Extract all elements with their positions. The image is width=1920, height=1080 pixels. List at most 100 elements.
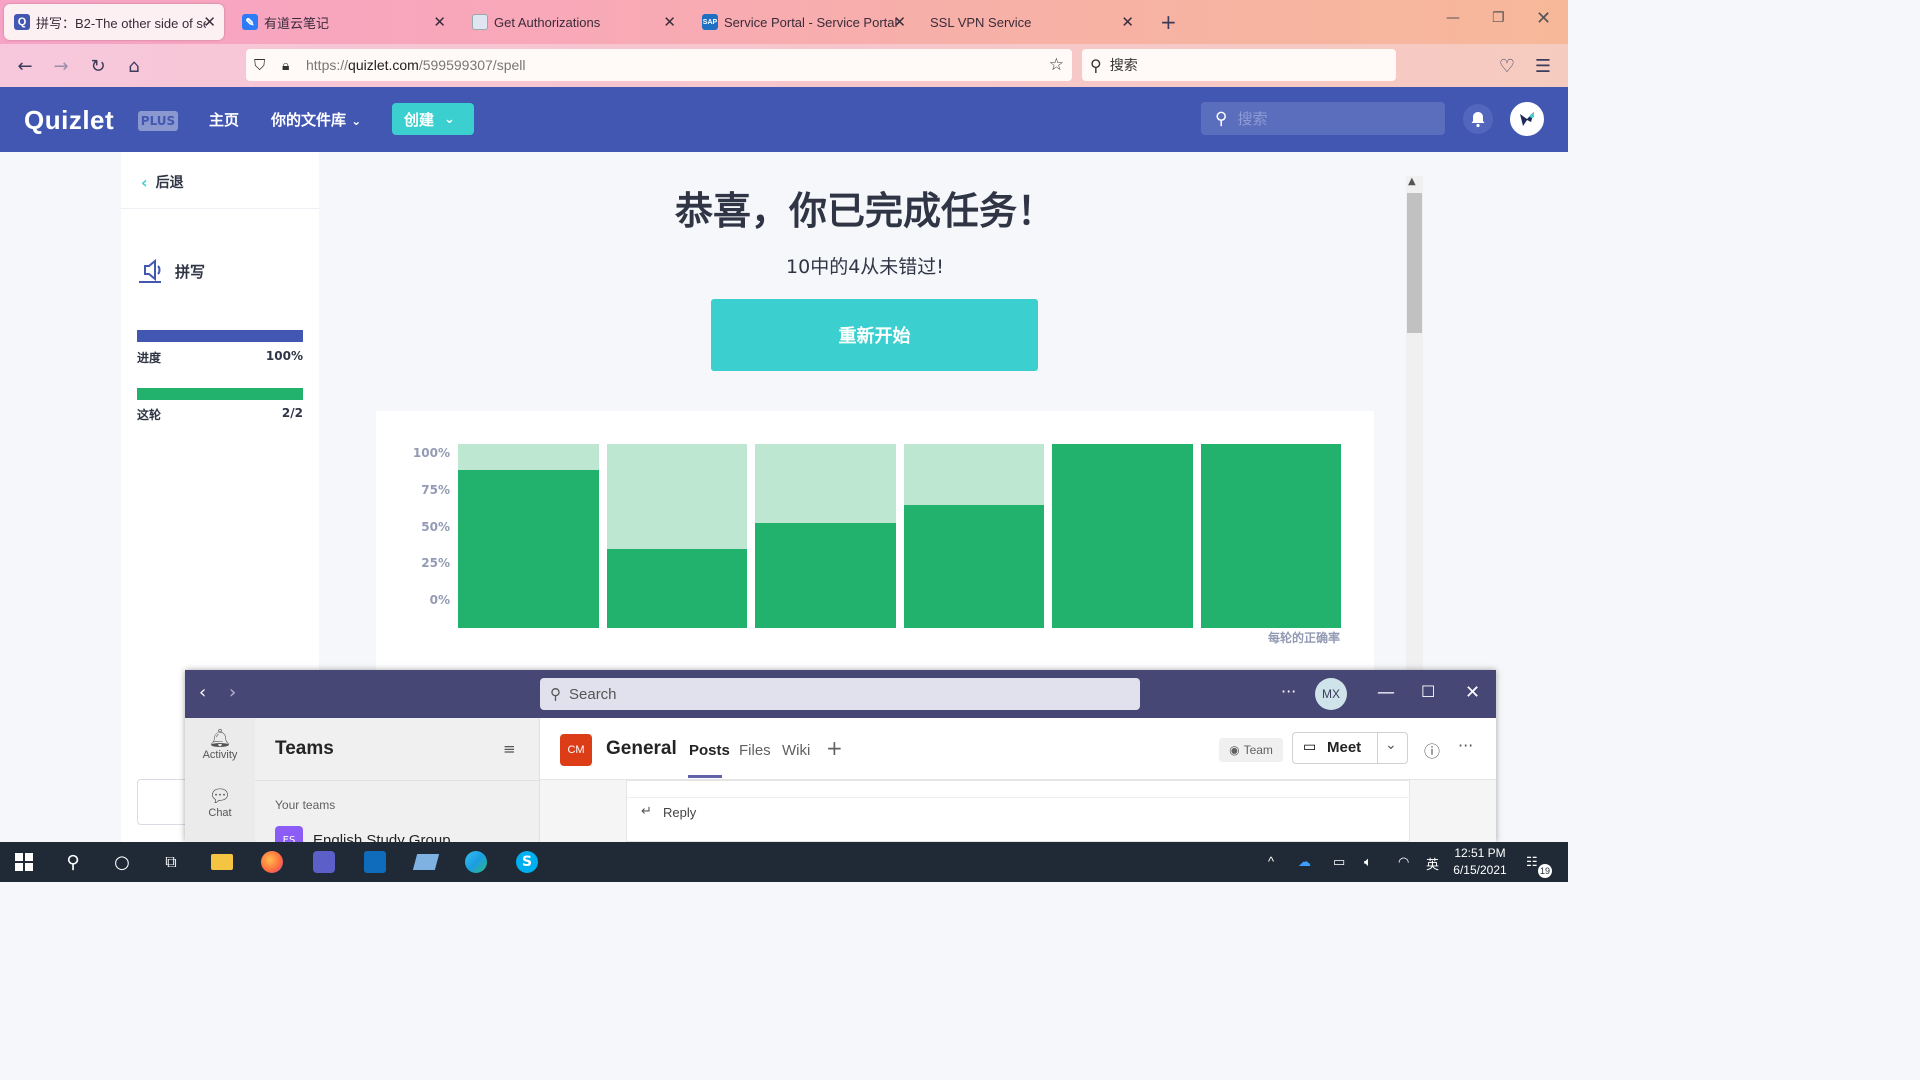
tab-close-icon[interactable]: ✕ [663,13,676,31]
chevron-down-icon[interactable]: ⌄ [1385,737,1397,753]
quizlet-header: Quizlet PLUS 主页 你的文件库 ⌄ 创建 ⌄ ⚲ 搜索 [0,87,1568,152]
minimize-icon[interactable]: — [1446,10,1460,26]
tab-files[interactable]: Files [739,742,771,759]
back-arrow-icon[interactable]: ← [14,55,36,77]
firefox-icon[interactable] [260,850,284,874]
info-icon[interactable]: ⓘ [1424,738,1440,762]
tab-close-icon[interactable]: ✕ [203,13,216,31]
meet-button[interactable]: Meet [1327,739,1361,756]
battery-icon[interactable]: ▭ [1333,854,1345,870]
tab-posts[interactable]: Posts [689,742,730,759]
nav-home[interactable]: 主页 [209,109,239,130]
clock-time: 12:51 PM [1454,846,1506,860]
tab-service-portal[interactable]: SAP Service Portal - Service Portal ✕ [692,4,914,40]
restore-icon[interactable]: ❐ [1492,10,1505,26]
tray-chevron-up-icon[interactable]: ^ [1268,854,1274,869]
chart-bar-fill [1052,444,1193,628]
menu-hamburger-icon[interactable]: ☰ [1532,55,1554,77]
team-name: English Study Group [313,831,451,843]
url-prefix: https:// [306,57,349,73]
volume-icon[interactable]: 🔈︎ [1364,854,1372,870]
close-window-icon[interactable]: ✕ [1536,8,1551,29]
restart-button[interactable]: 重新开始 [711,299,1038,371]
skype-icon[interactable]: S [515,850,539,874]
notification-bell-icon[interactable] [1463,104,1493,134]
search-icon[interactable]: ⚲ [61,850,85,874]
progress-row: 进度 100% [137,349,303,366]
edge-icon[interactable] [464,850,488,874]
add-tab-plus-icon[interactable]: + [826,736,843,760]
team-chip-label: Team [1243,743,1273,757]
shield-icon[interactable]: ⛉ [254,57,272,74]
tab-get-authorizations[interactable]: Get Authorizations ✕ [462,4,684,40]
url-bar[interactable]: ⛉ 🔒︎ https:// quizlet.com /599599307/spe… [246,49,1072,81]
nav-library[interactable]: 你的文件库 ⌄ [271,109,361,130]
outlook-icon[interactable] [363,850,387,874]
scrollbar-thumb[interactable] [1407,193,1422,333]
tab-close-icon[interactable]: ✕ [433,13,446,31]
quizlet-favicon-icon: Q [14,14,30,30]
search-icon: ⚲ [550,686,561,703]
new-tab-plus-icon[interactable]: + [1160,10,1177,34]
url-path: /599599307/spell [418,57,526,73]
tab-close-icon[interactable]: ✕ [1121,13,1134,31]
wifi-icon[interactable]: ◠ [1398,854,1409,870]
search-icon: ⚲ [1090,55,1102,75]
teams-search-input[interactable]: ⚲ Search [540,678,1140,710]
task-view-icon[interactable]: ⧉ [159,850,183,874]
teams-maximize-icon[interactable]: ☐ [1421,682,1435,701]
teams-avatar[interactable]: MX [1315,678,1347,710]
tab-youdao-note[interactable]: ✎ 有道云笔记 ✕ [232,4,454,40]
list-divider [255,780,540,781]
progress-value: 100% [265,349,303,363]
create-button[interactable]: 创建 ⌄ [392,103,474,135]
channel-more-icon[interactable]: ··· [1458,736,1473,755]
taskbar-clock[interactable]: 12:51 PM 6/15/2021 [1448,845,1512,879]
teams-app-icon[interactable] [312,850,336,874]
rail-activity[interactable]: 🔔︎ Activity [185,728,255,761]
reply-button[interactable]: Reply [663,805,696,820]
reload-icon[interactable]: ↻ [87,55,109,77]
teams-minimize-icon[interactable]: — [1377,682,1395,703]
home-icon[interactable]: ⌂ [123,55,145,77]
teams-title-bar: ‹ › ⚲ Search ··· MX — ☐ ✕ [185,670,1496,718]
teams-back-icon[interactable]: ‹ [199,682,206,703]
filter-icon[interactable]: ≡ [503,740,516,758]
tab-label: 拼写：B2-The other side of self [36,15,206,31]
tab-wiki[interactable]: Wiki [782,742,810,759]
sidebar-divider [121,208,319,209]
rail-chat[interactable]: 💬︎ Chat [185,786,255,819]
round-label: 这轮 [137,408,162,422]
quizlet-search-input[interactable]: ⚲ 搜索 [1201,102,1445,135]
teams-forward-icon[interactable]: › [229,682,236,703]
teams-close-icon[interactable]: ✕ [1465,682,1480,703]
browser-search-box[interactable]: ⚲ 搜索 [1082,49,1396,81]
scroll-up-arrow-icon[interactable]: ▲ [1408,176,1416,187]
action-center-icon[interactable]: ☷ [1526,854,1538,870]
quizlet-logo[interactable]: Quizlet [24,105,114,136]
windows-start-icon[interactable] [12,850,36,874]
cortana-circle-icon[interactable]: ○ [110,850,134,874]
back-button[interactable]: ‹ 后退 [141,172,184,192]
bell-icon: 🔔︎ [208,728,232,748]
bookmark-star-icon[interactable]: ☆ [1049,55,1064,75]
notes-app-icon[interactable] [412,850,440,874]
tab-ssl-vpn[interactable]: SSL VPN Service ✕ [920,4,1142,40]
chart-bar-fill [458,469,599,628]
team-badge: ES [275,826,303,842]
forward-arrow-icon[interactable]: → [50,55,72,77]
user-avatar[interactable] [1510,102,1544,136]
tab-close-icon[interactable]: ✕ [893,13,906,31]
onedrive-cloud-icon[interactable]: ☁ [1298,854,1311,870]
team-list-item[interactable]: ES English Study Group [275,826,451,842]
tab-quizlet-spell[interactable]: Q 拼写：B2-The other side of self ✕ [4,4,224,40]
progress-bar-fill [137,330,303,342]
browser-search-placeholder: 搜索 [1109,58,1138,74]
search-icon: ⚲ [1215,108,1228,129]
more-options-icon[interactable]: ··· [1281,682,1296,701]
team-chip[interactable]: ◉ Team [1219,738,1283,762]
file-explorer-icon[interactable] [210,850,234,874]
ime-indicator[interactable]: 英 [1426,854,1439,873]
pocket-icon[interactable]: ♡ [1496,55,1518,77]
round-value: 2/2 [281,406,303,420]
